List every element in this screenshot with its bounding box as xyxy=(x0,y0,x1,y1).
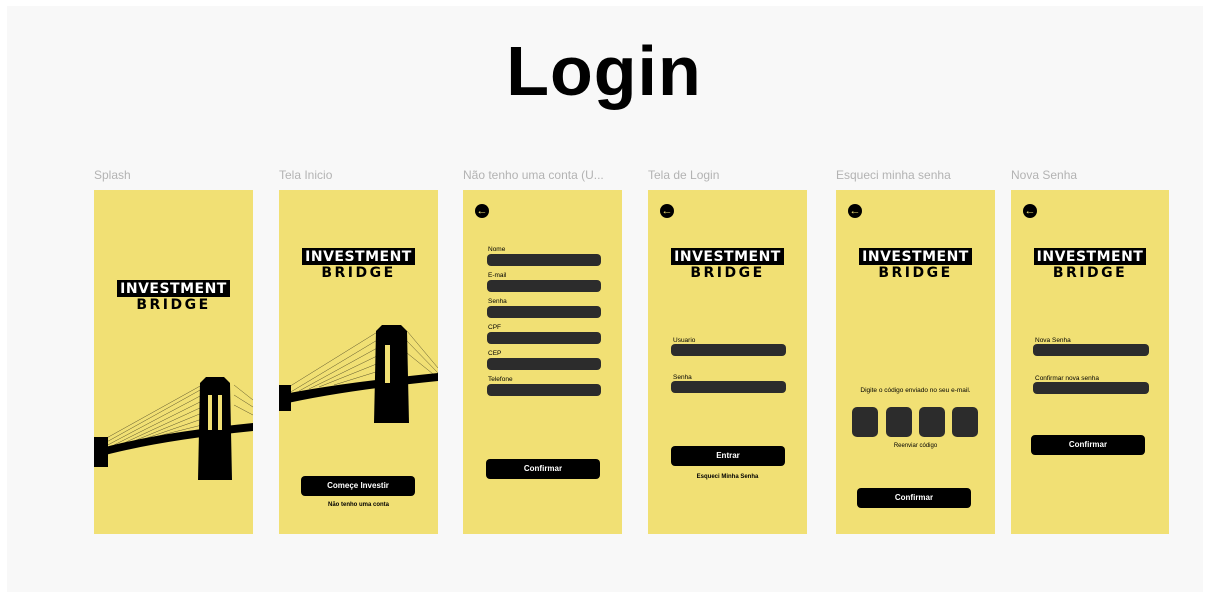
new-password-field[interactable] xyxy=(1033,344,1149,356)
logo-line1: INVESTMENT xyxy=(1033,248,1147,265)
arrow-left-icon[interactable]: ← xyxy=(660,204,674,218)
splash-screen: INVESTMENT BRIDGE xyxy=(94,190,253,534)
arrow-left-icon[interactable]: ← xyxy=(475,204,489,218)
logo: INVESTMENT BRIDGE xyxy=(94,280,253,312)
page-title: Login xyxy=(506,32,702,110)
password-field[interactable] xyxy=(671,381,786,393)
field-label-senha: Senha xyxy=(488,298,507,305)
user-field[interactable] xyxy=(671,344,786,356)
esqueci-screen: ← INVESTMENT BRIDGE Digite o código envi… xyxy=(836,190,995,534)
forgot-password-link[interactable]: Esqueci Minha Senha xyxy=(648,474,807,480)
logo: INVESTMENT BRIDGE xyxy=(1011,248,1169,280)
code-digit-2[interactable] xyxy=(886,407,912,437)
field-label-cep: CEP xyxy=(488,350,502,357)
logo-line1: INVESTMENT xyxy=(302,248,415,265)
telefone-field[interactable] xyxy=(487,384,601,396)
senha-field[interactable] xyxy=(487,306,601,318)
bridge-silhouette-icon xyxy=(279,325,438,423)
logo-line1: INVESTMENT xyxy=(117,280,230,297)
logo: INVESTMENT BRIDGE xyxy=(836,248,995,280)
bridge-silhouette-icon xyxy=(94,377,253,480)
email-field[interactable] xyxy=(487,280,601,292)
confirm-button[interactable]: Confirmar xyxy=(857,488,971,508)
logo-line2: BRIDGE xyxy=(136,297,211,313)
logo: INVESTMENT BRIDGE xyxy=(279,248,438,280)
field-label-email: E-mail xyxy=(488,272,507,279)
field-label-telefone: Telefone xyxy=(488,376,513,383)
confirm-password-field[interactable] xyxy=(1033,382,1149,394)
tela-inicio-screen: INVESTMENT BRIDGE Começe Investir Não te… xyxy=(279,190,438,534)
cpf-field[interactable] xyxy=(487,332,601,344)
logo-line1: INVESTMENT xyxy=(859,248,972,265)
logo-line2: BRIDGE xyxy=(1052,265,1128,281)
nova-senha-screen: ← INVESTMENT BRIDGE Nova Senha Confirmar… xyxy=(1011,190,1169,534)
code-digit-3[interactable] xyxy=(919,407,945,437)
confirm-button[interactable]: Confirmar xyxy=(1031,435,1145,455)
logo: INVESTMENT BRIDGE xyxy=(648,248,807,280)
frame-label-splash[interactable]: Splash xyxy=(94,168,244,182)
enter-button[interactable]: Entrar xyxy=(671,446,785,466)
code-instruction: Digite o código enviado no seu e-mail. xyxy=(860,387,971,394)
code-digit-4[interactable] xyxy=(952,407,978,437)
frame-label-esqueci[interactable]: Esqueci minha senha xyxy=(836,168,986,182)
logo-line2: BRIDGE xyxy=(878,265,953,281)
field-label-nome: Nome xyxy=(488,246,506,253)
arrow-left-icon[interactable]: ← xyxy=(1023,204,1037,218)
frame-label-login[interactable]: Tela de Login xyxy=(648,168,798,182)
resend-code-link[interactable]: Reenviar código xyxy=(836,443,995,449)
frame-label-tela-inicio[interactable]: Tela Inicio xyxy=(279,168,429,182)
logo-line1: INVESTMENT xyxy=(671,248,784,265)
frame-label-nova-senha[interactable]: Nova Senha xyxy=(1011,168,1161,182)
arrow-left-icon[interactable]: ← xyxy=(848,204,862,218)
logo-line2: BRIDGE xyxy=(321,265,396,281)
start-investing-button[interactable]: Começe Investir xyxy=(301,476,415,496)
frame-label-cadastro[interactable]: Não tenho uma conta (U... xyxy=(463,168,628,182)
no-account-link[interactable]: Não tenho uma conta xyxy=(279,502,438,508)
nome-field[interactable] xyxy=(487,254,601,266)
field-label-cpf: CPF xyxy=(488,324,501,331)
cadastro-screen: ← Nome E-mail Senha CPF CEP Telefone Con… xyxy=(463,190,622,534)
logo-line2: BRIDGE xyxy=(690,265,765,281)
code-digit-1[interactable] xyxy=(852,407,878,437)
confirm-button[interactable]: Confirmar xyxy=(486,459,600,479)
cep-field[interactable] xyxy=(487,358,601,370)
login-screen: ← INVESTMENT BRIDGE Usuario Senha Entrar… xyxy=(648,190,807,534)
